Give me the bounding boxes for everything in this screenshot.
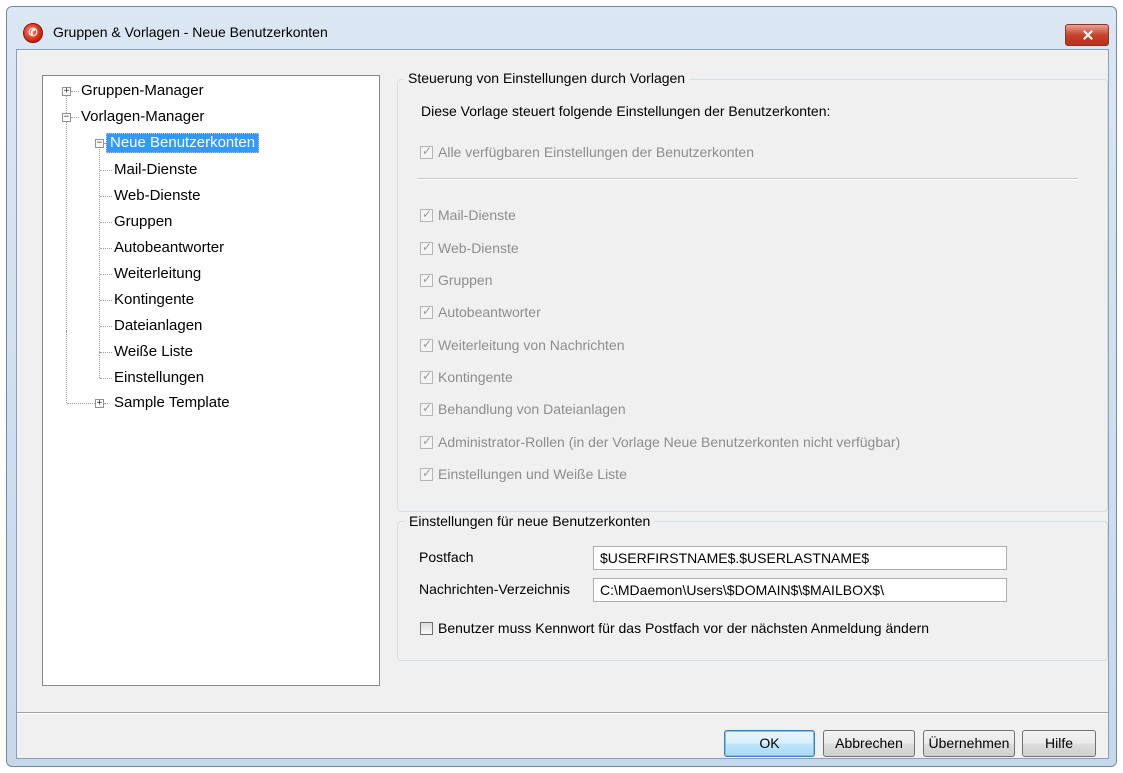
checkbox-box <box>420 337 433 352</box>
option-checkbox-weiterleitung: Weiterleitung von Nachrichten <box>420 336 625 354</box>
option-label: Kontingente <box>438 369 513 385</box>
tree-view[interactable]: + Gruppen-Manager − Vorlagen-Manager − N… <box>42 75 380 686</box>
collapse-icon[interactable]: − <box>62 113 71 122</box>
checkbox-box <box>420 272 433 287</box>
option-checkbox-autobeantworter: Autobeantworter <box>420 303 541 321</box>
newaccounts-groupbox-title: Einstellungen für neue Benutzerkonten <box>405 513 655 529</box>
tree-connector <box>100 170 112 171</box>
mailbox-input[interactable]: $USERFIRSTNAME$.$USERLASTNAME$ <box>593 546 1007 570</box>
tree-item-vorlagen-manager[interactable]: Vorlagen-Manager <box>81 108 204 126</box>
tree-item-web-dienste[interactable]: Web-Dienste <box>114 187 200 205</box>
expand-icon[interactable]: + <box>62 87 71 96</box>
tree-connector <box>100 326 112 327</box>
tree-connector <box>100 378 112 379</box>
close-button[interactable] <box>1065 24 1109 46</box>
cancel-button[interactable]: Abbrechen <box>823 730 915 757</box>
option-checkbox-mail-dienste: Mail-Dienste <box>420 206 516 224</box>
checkbox-box[interactable] <box>420 621 433 635</box>
tree-connector <box>104 403 108 404</box>
tree-item-neue-benutzerkonten[interactable]: Neue Benutzerkonten <box>106 133 260 153</box>
checkbox-box <box>420 144 433 159</box>
checkbox-box <box>420 401 433 416</box>
tree-item-weiterleitung[interactable]: Weiterleitung <box>114 265 201 283</box>
checkbox-box <box>420 240 433 255</box>
tree-item-einstellungen[interactable]: Einstellungen <box>114 369 204 387</box>
checkbox-box <box>420 369 433 384</box>
tree-connector <box>71 91 79 92</box>
tree-item-gruppen[interactable]: Gruppen <box>114 213 172 231</box>
checkbox-box <box>420 304 433 319</box>
tree-connector <box>66 331 67 403</box>
option-label: Behandlung von Dateianlagen <box>438 401 626 417</box>
mailbox-label: Postfach <box>419 549 474 565</box>
help-button[interactable]: Hilfe <box>1022 730 1096 757</box>
option-checkbox-gruppen: Gruppen <box>420 271 492 289</box>
option-label: Gruppen <box>438 272 493 288</box>
option-label: Autobeantworter <box>438 304 541 320</box>
tree-item-gruppen-manager[interactable]: Gruppen-Manager <box>81 82 204 100</box>
option-checkbox-web-dienste: Web-Dienste <box>420 239 519 257</box>
bottom-separator <box>17 712 1108 714</box>
tree-connector <box>100 274 112 275</box>
tree-item-dateianlagen[interactable]: Dateianlagen <box>114 317 202 335</box>
change-password-checkbox[interactable]: Benutzer muss Kennwort für das Postfach … <box>420 619 929 637</box>
option-label: Einstellungen und Weiße Liste <box>438 466 627 482</box>
tree-item-mail-dienste[interactable]: Mail-Dienste <box>114 161 197 179</box>
message-directory-input[interactable]: C:\MDaemon\Users\$DOMAIN$\$MAILBOX$\ <box>593 578 1007 602</box>
tree-connector <box>66 91 67 331</box>
option-label: Administrator-Rollen (in der Vorlage Neu… <box>438 434 901 450</box>
message-directory-label: Nachrichten-Verzeichnis <box>419 581 570 597</box>
window-title: Gruppen & Vorlagen - Neue Benutzerkonten <box>53 24 328 40</box>
all-settings-checkbox: Alle verfügbaren Einstellungen der Benut… <box>420 143 754 161</box>
checkbox-box <box>420 466 433 481</box>
tree-connector <box>67 403 95 404</box>
option-label: Mail-Dienste <box>438 207 516 223</box>
option-checkbox-einstellungen-weisse-liste: Einstellungen und Weiße Liste <box>420 465 627 483</box>
tree-connector <box>100 352 112 353</box>
checkbox-box <box>420 207 433 222</box>
dialog-window: ✆ Gruppen & Vorlagen - Neue Benutzerkont… <box>6 6 1117 767</box>
tree-connector <box>99 352 100 378</box>
separator <box>417 178 1078 180</box>
option-checkbox-administrator-rollen: Administrator-Rollen (in der Vorlage Neu… <box>420 433 900 451</box>
app-icon: ✆ <box>23 23 43 43</box>
option-label: Weiterleitung von Nachrichten <box>438 337 625 353</box>
tree-item-kontingente[interactable]: Kontingente <box>114 291 194 309</box>
checkbox-box <box>420 434 433 449</box>
tree-connector <box>99 144 100 354</box>
option-checkbox-kontingente: Kontingente <box>420 368 513 386</box>
change-password-label: Benutzer muss Kennwort für das Postfach … <box>438 620 930 636</box>
option-label: Web-Dienste <box>438 240 519 256</box>
control-groupbox-title: Steuerung von Einstellungen durch Vorlag… <box>404 70 690 86</box>
tree-connector <box>100 248 112 249</box>
tree-connector <box>71 117 79 118</box>
option-checkbox-dateianlagen: Behandlung von Dateianlagen <box>420 400 626 418</box>
tree-item-weisse-liste[interactable]: Weiße Liste <box>114 343 193 361</box>
dialog-client: + Gruppen-Manager − Vorlagen-Manager − N… <box>16 49 1109 759</box>
expand-icon[interactable]: + <box>95 399 104 408</box>
all-settings-label: Alle verfügbaren Einstellungen der Benut… <box>438 144 754 160</box>
apply-button[interactable]: Übernehmen <box>923 730 1015 757</box>
ok-button[interactable]: OK <box>724 730 815 757</box>
title-bar: ✆ Gruppen & Vorlagen - Neue Benutzerkont… <box>7 7 1116 49</box>
tree-connector <box>100 222 112 223</box>
collapse-icon[interactable]: − <box>95 139 104 148</box>
tree-connector <box>100 196 112 197</box>
control-description: Diese Vorlage steuert folgende Einstellu… <box>421 103 831 119</box>
tree-item-autobeantworter[interactable]: Autobeantworter <box>114 239 224 257</box>
tree-connector <box>100 300 112 301</box>
tree-item-sample-template[interactable]: Sample Template <box>114 394 230 412</box>
